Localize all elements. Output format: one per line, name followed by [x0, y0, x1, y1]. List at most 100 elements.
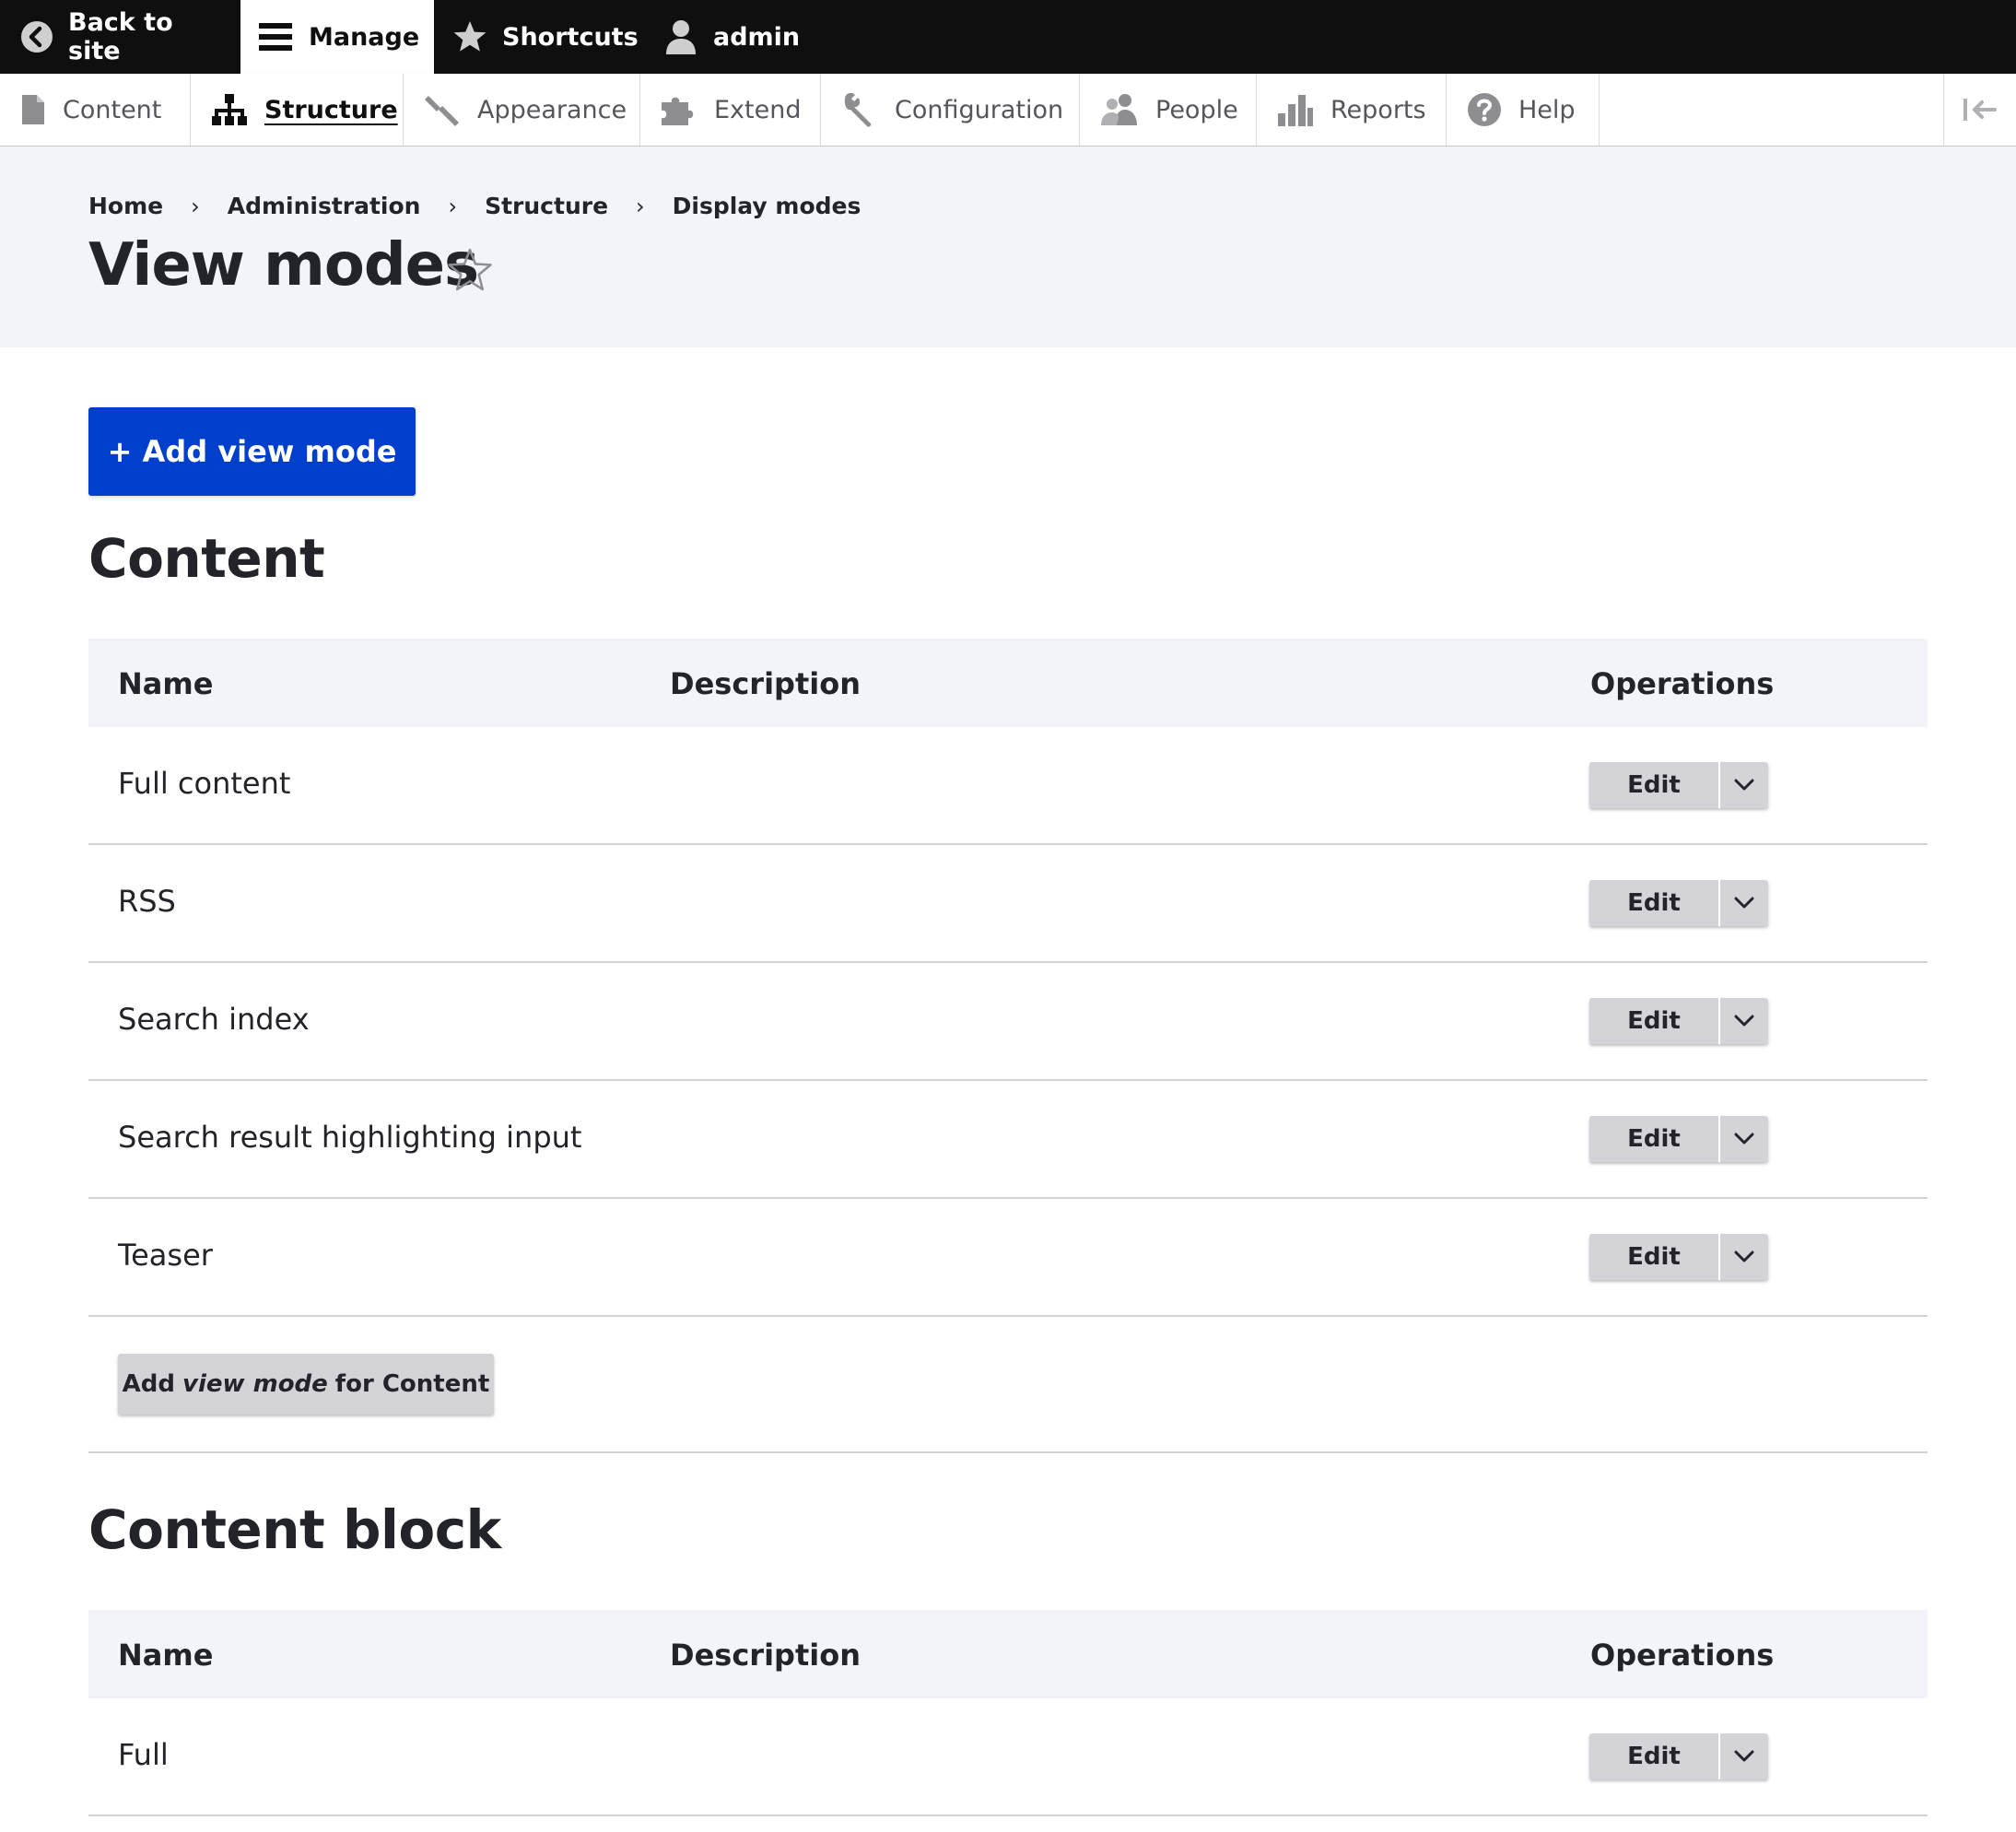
- operations-dropbutton: Edit: [1589, 762, 1768, 808]
- bar-chart-icon: [1278, 95, 1313, 126]
- tray-item-label: Content: [63, 95, 162, 124]
- button-label-suffix: for Content: [334, 1370, 490, 1398]
- dropbutton-toggle[interactable]: [1720, 1733, 1768, 1779]
- breadcrumb: Home › Administration › Structure › Disp…: [88, 193, 861, 219]
- operations-dropbutton: Edit: [1589, 1733, 1768, 1779]
- edit-button[interactable]: Edit: [1589, 880, 1720, 926]
- row-name: RSS: [118, 884, 176, 919]
- table-row: Search index Edit: [88, 963, 1928, 1081]
- chevron-right-icon: ›: [636, 193, 645, 219]
- admin-tray: Content Structure Appearance Extend Conf…: [0, 74, 2016, 147]
- chevron-down-icon: [1734, 779, 1754, 791]
- chevron-right-icon: ›: [191, 193, 200, 219]
- paintbrush-icon: [425, 96, 459, 126]
- chevron-down-icon: [1734, 1133, 1754, 1145]
- row-name: Teaser: [118, 1238, 213, 1273]
- add-view-mode-for-content-button[interactable]: Add view mode for Content: [118, 1354, 494, 1415]
- column-header-name: Name: [118, 666, 214, 701]
- row-name: Search result highlighting input: [118, 1120, 582, 1155]
- edit-button[interactable]: Edit: [1589, 762, 1720, 808]
- operations-dropbutton: Edit: [1589, 1116, 1768, 1162]
- breadcrumb-structure[interactable]: Structure: [485, 193, 608, 219]
- hamburger-icon: [259, 23, 292, 51]
- tray-item-people[interactable]: People: [1080, 74, 1257, 146]
- tray-item-label: Appearance: [477, 95, 627, 124]
- row-name: Search index: [118, 1002, 310, 1037]
- page-title: View modes: [88, 231, 479, 299]
- chevron-down-icon: [1734, 1750, 1754, 1762]
- table-row: RSS Edit: [88, 845, 1928, 963]
- row-name: Full content: [118, 766, 291, 801]
- tray-item-appearance[interactable]: Appearance: [404, 74, 640, 146]
- button-label-emphasis: view mode: [182, 1370, 328, 1398]
- operations-dropbutton: Edit: [1589, 998, 1768, 1044]
- edit-button[interactable]: Edit: [1589, 998, 1720, 1044]
- content-block-view-modes-table: Name Description Operations Full Edit: [88, 1610, 1928, 1816]
- tray-item-label: People: [1155, 95, 1238, 124]
- breadcrumb-home[interactable]: Home: [88, 193, 163, 219]
- table-header: Name Description Operations: [88, 639, 1928, 727]
- people-icon: [1101, 94, 1137, 125]
- table-footer-row: Add view mode for Content: [88, 1317, 1928, 1453]
- tray-item-help[interactable]: Help: [1447, 74, 1600, 146]
- content-view-modes-table: Name Description Operations Full content…: [88, 639, 1928, 1453]
- tray-item-extend[interactable]: Extend: [640, 74, 821, 146]
- question-icon: [1468, 93, 1501, 126]
- tray-item-label: Help: [1518, 95, 1576, 124]
- edit-button[interactable]: Edit: [1589, 1234, 1720, 1280]
- chevron-down-icon: [1734, 897, 1754, 909]
- star-icon: [453, 21, 486, 52]
- breadcrumb-administration[interactable]: Administration: [228, 193, 421, 219]
- edit-button[interactable]: Edit: [1589, 1116, 1720, 1162]
- tray-item-configuration[interactable]: Configuration: [821, 74, 1080, 146]
- add-view-mode-button[interactable]: + Add view mode: [88, 407, 416, 496]
- breadcrumb-display-modes[interactable]: Display modes: [673, 193, 861, 219]
- tray-item-reports[interactable]: Reports: [1257, 74, 1447, 146]
- button-label-prefix: Add: [122, 1370, 176, 1398]
- table-row: Search result highlighting input Edit: [88, 1081, 1928, 1199]
- user-tab[interactable]: admin: [651, 0, 829, 74]
- column-header-name: Name: [118, 1638, 214, 1673]
- column-header-description: Description: [670, 666, 861, 701]
- user-icon: [666, 20, 696, 54]
- table-row: Full Edit: [88, 1698, 1928, 1816]
- file-icon: [22, 95, 44, 124]
- column-header-operations: Operations: [1590, 1638, 1775, 1673]
- edit-button[interactable]: Edit: [1589, 1733, 1720, 1779]
- chevron-right-icon: ›: [448, 193, 458, 219]
- collapse-tray-button[interactable]: [1943, 74, 2016, 146]
- shortcuts-tab[interactable]: Shortcuts: [434, 0, 651, 74]
- tray-item-structure[interactable]: Structure: [191, 74, 404, 146]
- back-to-site-link[interactable]: Back to site: [0, 0, 240, 74]
- table-row: Full content Edit: [88, 727, 1928, 845]
- operations-dropbutton: Edit: [1589, 1234, 1768, 1280]
- back-arrow-icon: [21, 21, 53, 53]
- collapse-arrow-icon: [1963, 99, 1997, 121]
- wrench-icon: [844, 92, 872, 127]
- star-outline-icon[interactable]: [446, 246, 494, 294]
- dropbutton-toggle[interactable]: [1720, 1234, 1768, 1280]
- admin-toolbar: Back to site Manage Shortcuts admin: [0, 0, 2016, 74]
- sitemap-icon: [212, 94, 247, 125]
- row-name: Full: [118, 1737, 169, 1772]
- tray-item-label: Structure: [264, 95, 398, 124]
- section-title-content-block: Content block: [88, 1498, 501, 1561]
- user-label: admin: [713, 22, 801, 52]
- operations-dropbutton: Edit: [1589, 880, 1768, 926]
- column-header-operations: Operations: [1590, 666, 1775, 701]
- dropbutton-toggle[interactable]: [1720, 998, 1768, 1044]
- dropbutton-toggle[interactable]: [1720, 1116, 1768, 1162]
- column-header-description: Description: [670, 1638, 861, 1673]
- table-row: Teaser Edit: [88, 1199, 1928, 1317]
- tray-item-content[interactable]: Content: [0, 74, 191, 146]
- dropbutton-toggle[interactable]: [1720, 762, 1768, 808]
- puzzle-icon: [662, 97, 694, 125]
- dropbutton-toggle[interactable]: [1720, 880, 1768, 926]
- manage-tab[interactable]: Manage: [240, 0, 434, 74]
- page-header: Home › Administration › Structure › Disp…: [0, 147, 2016, 347]
- shortcuts-label: Shortcuts: [502, 22, 639, 52]
- section-title-content: Content: [88, 527, 325, 590]
- back-to-site-label: Back to site: [68, 8, 173, 65]
- chevron-down-icon: [1734, 1251, 1754, 1262]
- tray-item-label: Configuration: [895, 95, 1064, 124]
